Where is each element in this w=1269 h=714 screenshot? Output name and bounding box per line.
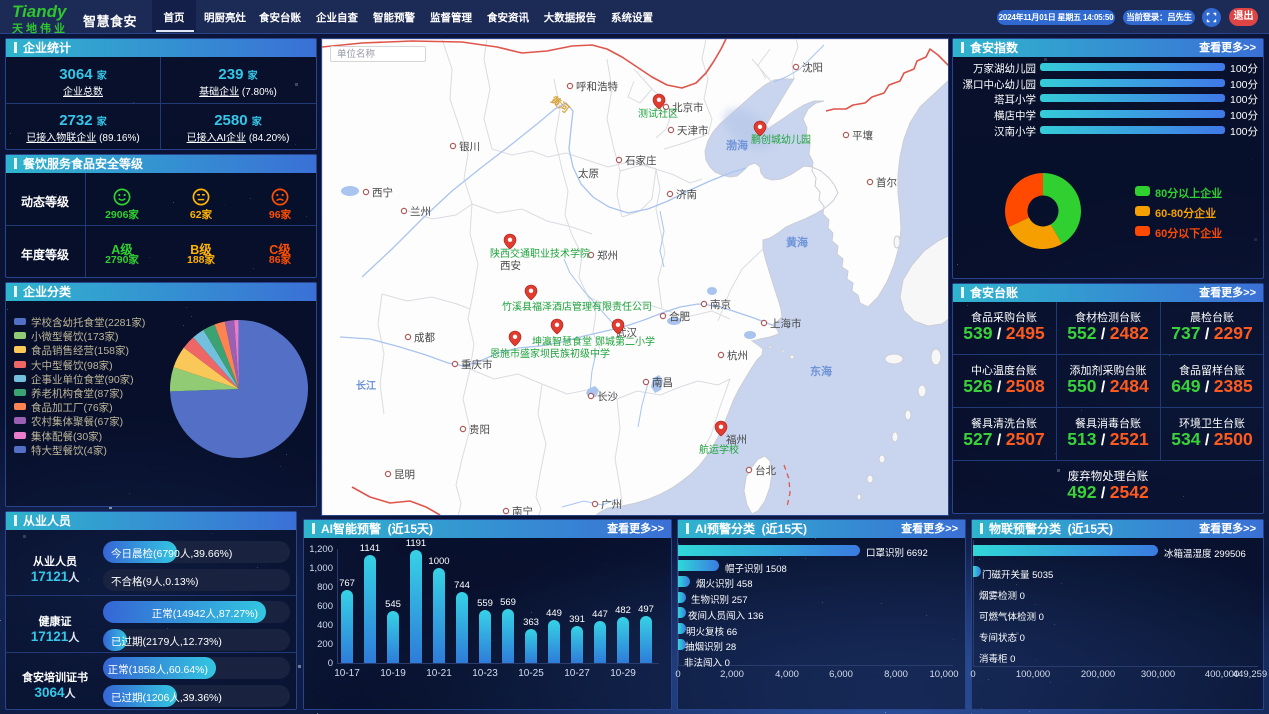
svg-text:首尔: 首尔 xyxy=(876,176,897,189)
svg-text:重庆市: 重庆市 xyxy=(461,358,493,371)
svg-text:东海: 东海 xyxy=(810,364,832,378)
svg-text:郑州: 郑州 xyxy=(597,249,618,262)
svg-text:合肥: 合肥 xyxy=(669,310,690,323)
svg-text:贵阳: 贵阳 xyxy=(469,423,490,436)
svg-text:长江: 长江 xyxy=(356,379,376,392)
svg-text:呼和浩特: 呼和浩特 xyxy=(576,81,618,93)
svg-text:恩施市盛家坝民族初级中学: 恩施市盛家坝民族初级中学 xyxy=(490,347,610,360)
svg-text:西宁: 西宁 xyxy=(372,186,393,199)
svg-text:天津市: 天津市 xyxy=(677,124,709,137)
svg-text:上海市: 上海市 xyxy=(770,317,802,330)
svg-text:南昌: 南昌 xyxy=(652,376,673,389)
svg-text:渤海: 渤海 xyxy=(726,138,748,152)
svg-text:郧城第二小学: 郧城第二小学 xyxy=(595,335,655,348)
svg-text:坤瀛智慧食堂: 坤瀛智慧食堂 xyxy=(532,335,592,348)
svg-text:沈阳: 沈阳 xyxy=(802,61,823,74)
svg-text:陕西交通职业技术学院: 陕西交通职业技术学院 xyxy=(490,247,590,260)
svg-text:成都: 成都 xyxy=(414,332,435,344)
svg-text:西安: 西安 xyxy=(500,259,521,272)
svg-text:长沙: 长沙 xyxy=(597,391,618,403)
svg-text:南京: 南京 xyxy=(710,298,731,311)
svg-text:银川: 银川 xyxy=(459,140,480,153)
svg-text:南宁: 南宁 xyxy=(512,505,533,516)
svg-text:测试社区: 测试社区 xyxy=(638,107,678,120)
svg-text:黄海: 黄海 xyxy=(786,235,808,249)
svg-text:济南: 济南 xyxy=(676,188,697,201)
svg-text:昆明: 昆明 xyxy=(394,469,415,481)
svg-text:兰州: 兰州 xyxy=(410,205,431,218)
svg-text:航运学校: 航运学校 xyxy=(699,443,739,456)
svg-text:平壤: 平壤 xyxy=(852,129,873,142)
svg-text:广州: 广州 xyxy=(601,499,622,511)
svg-text:杭州: 杭州 xyxy=(727,349,748,362)
svg-text:石家庄: 石家庄 xyxy=(625,154,657,167)
svg-text:鹏创城幼儿园: 鹏创城幼儿园 xyxy=(751,133,811,146)
svg-text:太原: 太原 xyxy=(578,167,599,180)
svg-text:竹溪县福泽酒店管理有限责任公司: 竹溪县福泽酒店管理有限责任公司 xyxy=(502,300,652,313)
svg-text:台北: 台北 xyxy=(755,464,776,477)
